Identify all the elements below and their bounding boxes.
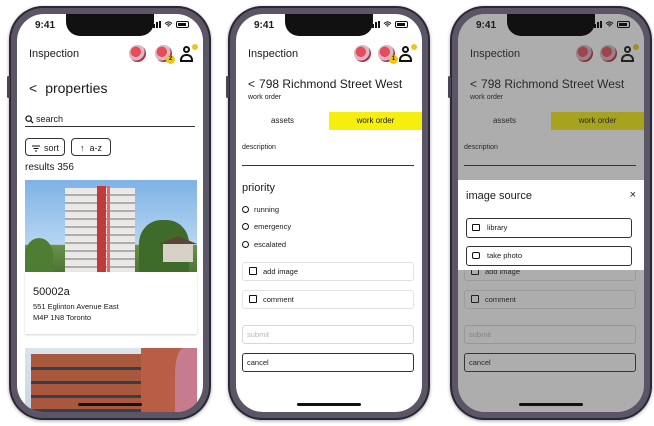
home-indicator — [78, 403, 142, 406]
wifi-icon — [383, 21, 392, 27]
status-icons — [369, 21, 408, 28]
add-image-button[interactable]: add image — [242, 262, 414, 281]
phone-properties: 9:41 Inspection 2 < properties search sor… — [7, 6, 211, 420]
battery-icon — [395, 21, 408, 28]
priority-title: priority — [242, 182, 276, 194]
notch — [507, 14, 595, 36]
comment-label: comment — [263, 295, 294, 304]
search-field[interactable]: search — [25, 114, 63, 124]
take-photo-label: take photo — [487, 251, 523, 260]
wifi-icon — [605, 21, 614, 27]
library-label: library — [487, 223, 508, 232]
property-address-line2: M4P 1N8 Toronto — [33, 313, 92, 322]
radio-icon — [242, 206, 249, 213]
home-indicator — [519, 403, 583, 406]
description-label: description — [242, 144, 276, 151]
status-time: 9:41 — [254, 20, 275, 31]
comment-button[interactable]: comment — [242, 290, 414, 309]
app-title: Inspection — [29, 48, 80, 60]
status-icons — [591, 21, 630, 28]
az-button[interactable]: ↑ a-z — [71, 138, 111, 156]
battery-icon — [617, 21, 630, 28]
app-title: Inspection — [248, 48, 299, 60]
side-button — [226, 76, 229, 98]
property-photo[interactable] — [25, 180, 197, 272]
screen: 9:41 Inspection <798 Richmond Street Wes… — [458, 14, 644, 412]
battery-icon — [176, 21, 189, 28]
image-icon — [249, 267, 257, 275]
phone-image-source: 9:41 Inspection <798 Richmond Street Wes… — [448, 6, 652, 420]
flag-icon[interactable] — [354, 45, 371, 62]
notch — [285, 14, 373, 36]
page-title: properties — [45, 80, 108, 96]
phone-work-order: 9:41 Inspection 1 <798 Richmond Street W… — [226, 6, 430, 420]
dialog-title: image source — [466, 190, 533, 202]
close-icon[interactable]: × — [630, 189, 636, 201]
screen: 9:41 Inspection 2 < properties search sor… — [17, 14, 203, 412]
tab-bar: assets work order — [236, 112, 422, 130]
comment-icon — [249, 295, 257, 303]
side-button — [448, 76, 451, 98]
chevron-left-icon[interactable]: < — [248, 77, 255, 91]
radio-label: running — [254, 205, 280, 214]
tab-assets[interactable]: assets — [236, 112, 329, 130]
screen: 9:41 Inspection 1 <798 Richmond Street W… — [236, 14, 422, 412]
page-header: <798 Richmond Street West — [248, 77, 402, 91]
image-source-dialog: image source × library take photo — [458, 180, 644, 270]
side-button — [7, 76, 10, 98]
user-icon[interactable] — [398, 44, 417, 63]
radio-label: escalated — [254, 240, 287, 249]
property-card[interactable]: 50002a 551 Eglinton Avenue East M4P 1N8 … — [25, 272, 197, 334]
radio-label: emergency — [254, 222, 292, 231]
add-image-label: add image — [263, 267, 299, 276]
flag-icon[interactable] — [129, 45, 146, 62]
az-label: a-z — [89, 143, 103, 153]
status-time: 9:41 — [35, 20, 56, 31]
home-indicator — [297, 403, 361, 406]
app-bar: Inspection 2 — [17, 42, 203, 68]
page-header: < properties — [29, 80, 107, 96]
sort-label: sort — [44, 143, 60, 153]
notification-badge: 2 — [166, 55, 175, 64]
tab-work-order[interactable]: work order — [329, 112, 422, 130]
arrow-up-icon: ↑ — [80, 143, 85, 153]
status-icons — [150, 21, 189, 28]
camera-icon — [472, 252, 480, 259]
radio-icon — [242, 223, 249, 230]
subtitle: work order — [248, 94, 282, 101]
flag-alert-icon[interactable]: 2 — [155, 45, 175, 64]
radio-escalated[interactable]: escalated — [242, 240, 286, 249]
search-icon — [25, 114, 34, 124]
user-icon[interactable] — [179, 44, 198, 63]
sort-button[interactable]: sort — [25, 138, 65, 156]
status-time: 9:41 — [476, 20, 497, 31]
signal-icon — [591, 21, 602, 28]
radio-running[interactable]: running — [242, 205, 279, 214]
flag-alert-icon[interactable]: 1 — [378, 45, 398, 64]
search-label: search — [36, 114, 64, 124]
search-underline — [25, 126, 195, 127]
library-button[interactable]: library — [466, 218, 632, 238]
radio-icon — [242, 241, 249, 248]
sort-icon — [32, 145, 40, 152]
radio-emergency[interactable]: emergency — [242, 222, 291, 231]
page-title: 798 Richmond Street West — [259, 77, 403, 91]
submit-button[interactable]: submit — [242, 325, 414, 344]
image-icon — [472, 224, 480, 231]
wifi-icon — [164, 21, 173, 27]
results-count: results 356 — [25, 162, 74, 173]
cancel-button[interactable]: cancel — [242, 353, 414, 372]
app-bar: Inspection 1 — [236, 42, 422, 68]
notification-badge: 1 — [389, 55, 398, 64]
chevron-left-icon[interactable]: < — [29, 80, 37, 96]
property-id: 50002a — [33, 286, 70, 298]
description-field[interactable] — [242, 165, 414, 166]
property-address-line1: 551 Eglinton Avenue East — [33, 302, 119, 311]
notch — [66, 14, 154, 36]
take-photo-button[interactable]: take photo — [466, 246, 632, 266]
